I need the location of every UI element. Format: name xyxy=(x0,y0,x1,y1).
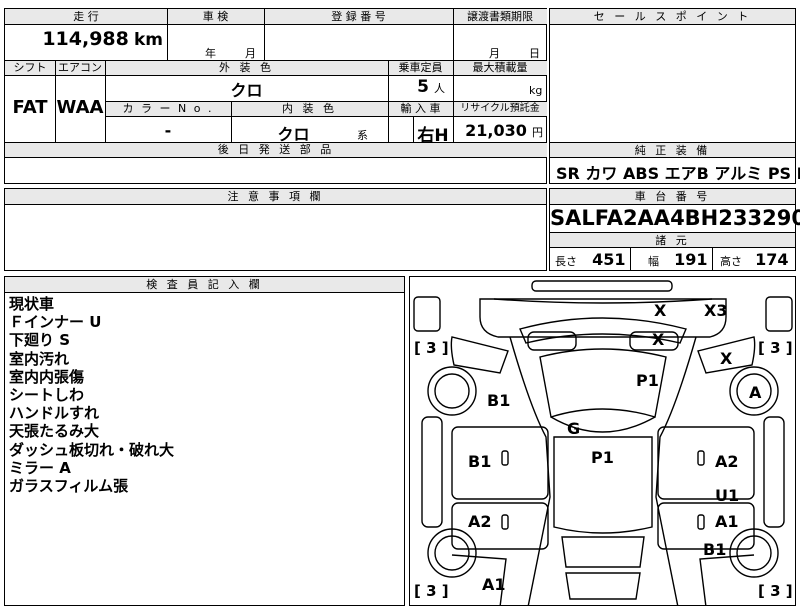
import-header: 輸 入 車 xyxy=(388,101,453,116)
damage-mark: X xyxy=(652,330,665,349)
inspection-header: 車 検 xyxy=(167,9,264,25)
damage-mark: X3 xyxy=(704,301,728,320)
list-item: ミラー A xyxy=(9,458,71,477)
bracket-rear-right: [ 3 ] xyxy=(758,582,793,600)
damage-mark: A1 xyxy=(715,512,739,531)
shift-value: FAT xyxy=(12,97,48,118)
damage-mark: B1 xyxy=(703,540,727,559)
list-item: 天張たるみ大 xyxy=(9,422,100,441)
sales-point-panel: セ ー ル ス ポ イ ン ト 純 正 装 備 SR カワ ABS エアB アル… xyxy=(549,8,800,184)
notes-header: 注 意 事 項 欄 xyxy=(5,189,546,205)
spec-length-label: 長さ xyxy=(555,255,577,268)
maxload-header: 最大積載量 xyxy=(453,60,547,75)
damage-mark: P1 xyxy=(591,448,614,467)
damage-mark: A xyxy=(749,383,762,402)
genuine-equipment-items: SR カワ ABS エアB アルミ PS PW xyxy=(556,164,800,183)
recycle-value: 21,030 円 xyxy=(453,121,547,140)
inspector-notes-list: 現状車 Ｆインナー U 下廻り S 室内汚れ 室内内張傷 シートしわ ハンドルす… xyxy=(9,295,174,495)
mileage-header: 走 行 xyxy=(5,9,167,25)
damage-mark: A2 xyxy=(468,512,492,531)
exterior-color-header: 外 装 色 xyxy=(105,60,388,75)
inspection-month-unit: 月 xyxy=(245,47,256,60)
chassis-panel: 車 台 番 号 SALFA2AA4BH233290 諸 元 長さ 451 幅 1… xyxy=(549,188,800,271)
list-item: 室内汚れ xyxy=(9,349,70,368)
damage-mark: U1 xyxy=(715,486,740,505)
transfer-month-unit: 月 xyxy=(489,47,500,60)
color-no-header: カ ラ ー N o . xyxy=(105,101,231,116)
transfer-deadline-header: 譲渡書類期限 xyxy=(453,9,547,25)
damage-mark: B1 xyxy=(468,452,492,471)
list-item: ダッシュ板切れ・破れ大 xyxy=(9,440,175,459)
vehicle-info-table: 走 行 車 検 登 録 番 号 譲渡書類期限 114,988 km 年 月 月 … xyxy=(4,8,547,184)
damage-mark: A1 xyxy=(482,575,506,594)
spec-width-value: 191 xyxy=(674,250,708,269)
list-item: ガラスフィルム張 xyxy=(9,477,129,496)
spec-length-value: 451 xyxy=(592,250,626,269)
list-item: Ｆインナー U xyxy=(9,313,102,332)
mileage-unit: km xyxy=(133,30,163,50)
car-outline xyxy=(413,280,793,605)
damage-mark: G xyxy=(567,419,581,438)
recycle-number: 21,030 xyxy=(465,121,527,140)
bracket-front-right: [ 3 ] xyxy=(758,339,793,357)
spec-height: 高さ 174 xyxy=(720,250,789,269)
damage-mark: P1 xyxy=(636,371,659,390)
color-no-value: - xyxy=(164,121,172,140)
recycle-unit: 円 xyxy=(532,126,543,139)
interior-color-header: 内 装 色 xyxy=(231,101,388,116)
capacity-number: 5 xyxy=(417,77,429,97)
mileage-value: 114,988 km xyxy=(5,28,167,64)
damage-mark: X xyxy=(654,301,667,320)
spec-length: 長さ 451 xyxy=(555,250,626,269)
bracket-rear-left: [ 3 ] xyxy=(414,582,449,600)
spec-height-value: 174 xyxy=(755,250,789,269)
maxload-unit: kg xyxy=(529,84,543,97)
spec-width: 幅 191 xyxy=(648,250,708,269)
damage-mark: X xyxy=(720,349,733,368)
genuine-equipment-header: 純 正 装 備 xyxy=(550,143,795,158)
aircon-value: WAA xyxy=(56,97,104,118)
specs-header: 諸 元 xyxy=(550,233,795,248)
later-parts-header: 後 日 発 送 部 品 xyxy=(5,142,547,157)
spec-height-label: 高さ xyxy=(720,255,742,268)
exterior-color-value: クロ xyxy=(230,81,263,100)
shift-header: シフト xyxy=(5,60,55,75)
spec-width-label: 幅 xyxy=(648,255,659,268)
registration-header: 登 録 番 号 xyxy=(264,9,453,25)
list-item: 下廻り S xyxy=(9,331,71,350)
capacity-unit: 人 xyxy=(434,82,445,95)
list-item: 室内内張傷 xyxy=(9,367,85,386)
inspection-year-unit: 年 xyxy=(205,47,216,60)
bracket-front-left: [ 3 ] xyxy=(414,339,449,357)
notes-panel: 注 意 事 項 欄 xyxy=(4,188,547,271)
recycle-header: リサイクル預託金 xyxy=(453,101,547,116)
list-item: ハンドルすれ xyxy=(9,404,100,423)
sales-point-header: セ ー ル ス ポ イ ン ト xyxy=(550,9,795,25)
mileage-number: 114,988 xyxy=(42,28,129,50)
aircon-header: エアコン xyxy=(55,60,105,75)
inspector-header: 検 査 員 記 入 欄 xyxy=(5,277,404,293)
interior-color-suffix: 系 xyxy=(357,129,368,142)
capacity-header: 乗車定員 xyxy=(388,60,453,75)
transfer-day-unit: 日 xyxy=(529,47,540,60)
list-item: 現状車 xyxy=(9,295,55,313)
list-item: シートしわ xyxy=(9,386,85,405)
car-condition-diagram: [ 3 ] [ 3 ] [ 3 ] [ 3 ] X X3 X X P1 A B1… xyxy=(409,276,796,606)
chassis-number: SALFA2AA4BH233290 xyxy=(550,206,800,230)
capacity-value: 5 人 xyxy=(388,77,453,97)
chassis-header: 車 台 番 号 xyxy=(550,189,795,205)
damage-mark: A2 xyxy=(715,452,739,471)
damage-mark: B1 xyxy=(487,391,511,410)
inspector-panel: 検 査 員 記 入 欄 現状車 Ｆインナー U 下廻り S 室内汚れ 室内内張傷… xyxy=(4,276,405,606)
